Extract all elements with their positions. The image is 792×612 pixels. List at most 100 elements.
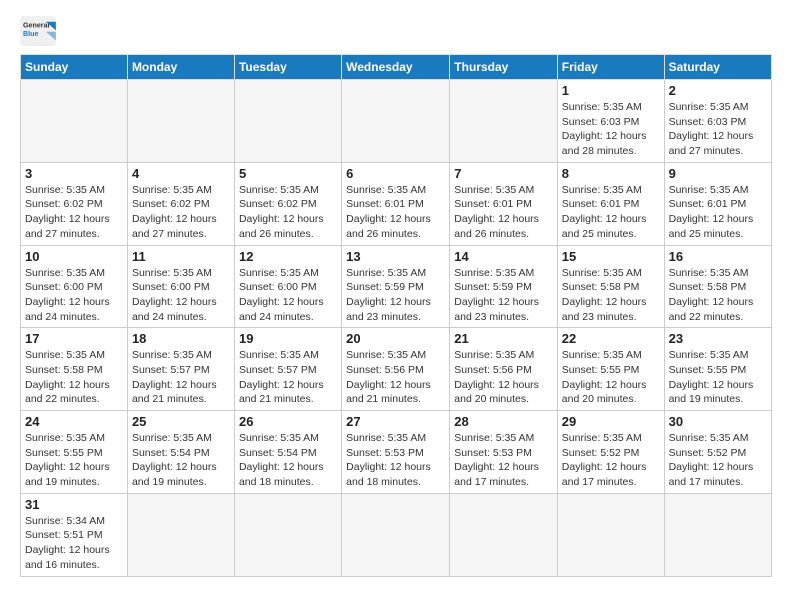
- calendar-day-cell: 29 Sunrise: 5:35 AM Sunset: 5:52 PM Dayli…: [557, 411, 664, 494]
- calendar-day-cell: 9Sunrise: 5:35 AM Sunset: 6:01 PM Daylig…: [664, 162, 771, 245]
- calendar-day-cell: 24Sunrise: 5:35 AM Sunset: 5:55 PM Dayli…: [21, 411, 128, 494]
- calendar-day-cell: 27 Sunrise: 5:35 AM Sunset: 5:53 PM Dayli…: [342, 411, 450, 494]
- calendar-day-cell: 3 Sunrise: 5:35 AM Sunset: 6:02 PM Daylig…: [21, 162, 128, 245]
- day-number: 25: [132, 414, 230, 429]
- logo-icon: General Blue: [20, 16, 56, 46]
- day-info: Sunrise: 5:35 AM Sunset: 5:58 PM Dayligh…: [25, 348, 123, 407]
- day-number: 19: [239, 331, 337, 346]
- day-of-week-header: Tuesday: [234, 55, 341, 80]
- day-number: 20: [346, 331, 445, 346]
- day-info: Sunrise: 5:35 AM Sunset: 5:54 PM Dayligh…: [132, 431, 230, 490]
- day-info: Sunrise: 5:35 AM Sunset: 5:54 PM Dayligh…: [239, 431, 337, 490]
- calendar-day-cell: 2Sunrise: 5:35 AM Sunset: 6:03 PM Daylig…: [664, 80, 771, 163]
- calendar-week-row: 31 Sunrise: 5:34 AM Sunset: 5:51 PM Dayli…: [21, 493, 772, 576]
- day-number: 6: [346, 166, 445, 181]
- day-info: Sunrise: 5:35 AM Sunset: 6:03 PM Dayligh…: [562, 100, 660, 159]
- day-info: Sunrise: 5:35 AM Sunset: 6:02 PM Dayligh…: [25, 183, 123, 242]
- calendar-day-cell: 30 Sunrise: 5:35 AM Sunset: 5:52 PM Dayli…: [664, 411, 771, 494]
- day-number: 7: [454, 166, 553, 181]
- calendar-day-cell: [234, 80, 341, 163]
- calendar-day-cell: 23 Sunrise: 5:35 AM Sunset: 5:55 PM Dayli…: [664, 328, 771, 411]
- calendar-table: SundayMondayTuesdayWednesdayThursdayFrid…: [20, 54, 772, 577]
- calendar-day-cell: [342, 80, 450, 163]
- calendar-day-cell: [127, 493, 234, 576]
- calendar-week-row: 17 Sunrise: 5:35 AM Sunset: 5:58 PM Dayli…: [21, 328, 772, 411]
- day-number: 10: [25, 249, 123, 264]
- calendar-day-cell: 5Sunrise: 5:35 AM Sunset: 6:02 PM Daylig…: [234, 162, 341, 245]
- day-number: 23: [669, 331, 767, 346]
- calendar-week-row: 3 Sunrise: 5:35 AM Sunset: 6:02 PM Daylig…: [21, 162, 772, 245]
- day-info: Sunrise: 5:35 AM Sunset: 5:53 PM Dayligh…: [454, 431, 553, 490]
- day-of-week-header: Thursday: [450, 55, 558, 80]
- day-number: 24: [25, 414, 123, 429]
- day-number: 4: [132, 166, 230, 181]
- day-info: Sunrise: 5:35 AM Sunset: 5:58 PM Dayligh…: [669, 266, 767, 325]
- day-info: Sunrise: 5:35 AM Sunset: 5:57 PM Dayligh…: [239, 348, 337, 407]
- calendar-day-cell: 31 Sunrise: 5:34 AM Sunset: 5:51 PM Dayli…: [21, 493, 128, 576]
- day-number: 21: [454, 331, 553, 346]
- calendar-day-cell: 20 Sunrise: 5:35 AM Sunset: 5:56 PM Dayli…: [342, 328, 450, 411]
- day-number: 11: [132, 249, 230, 264]
- day-info: Sunrise: 5:35 AM Sunset: 6:00 PM Dayligh…: [25, 266, 123, 325]
- calendar-day-cell: 11 Sunrise: 5:35 AM Sunset: 6:00 PM Dayli…: [127, 245, 234, 328]
- day-info: Sunrise: 5:35 AM Sunset: 5:57 PM Dayligh…: [132, 348, 230, 407]
- day-info: Sunrise: 5:35 AM Sunset: 6:01 PM Dayligh…: [562, 183, 660, 242]
- day-info: Sunrise: 5:35 AM Sunset: 6:00 PM Dayligh…: [132, 266, 230, 325]
- day-of-week-header: Sunday: [21, 55, 128, 80]
- day-info: Sunrise: 5:34 AM Sunset: 5:51 PM Dayligh…: [25, 514, 123, 573]
- calendar-day-cell: 7Sunrise: 5:35 AM Sunset: 6:01 PM Daylig…: [450, 162, 558, 245]
- day-info: Sunrise: 5:35 AM Sunset: 5:53 PM Dayligh…: [346, 431, 445, 490]
- day-number: 5: [239, 166, 337, 181]
- day-of-week-header: Wednesday: [342, 55, 450, 80]
- day-number: 17: [25, 331, 123, 346]
- calendar-day-cell: 25 Sunrise: 5:35 AM Sunset: 5:54 PM Dayli…: [127, 411, 234, 494]
- calendar-week-row: 1 Sunrise: 5:35 AM Sunset: 6:03 PM Daylig…: [21, 80, 772, 163]
- day-number: 27: [346, 414, 445, 429]
- svg-text:Blue: Blue: [23, 30, 38, 38]
- calendar-day-cell: 28Sunrise: 5:35 AM Sunset: 5:53 PM Dayli…: [450, 411, 558, 494]
- calendar-day-cell: [557, 493, 664, 576]
- day-number: 18: [132, 331, 230, 346]
- day-info: Sunrise: 5:35 AM Sunset: 5:55 PM Dayligh…: [562, 348, 660, 407]
- day-number: 14: [454, 249, 553, 264]
- calendar-day-cell: 19 Sunrise: 5:35 AM Sunset: 5:57 PM Dayli…: [234, 328, 341, 411]
- day-info: Sunrise: 5:35 AM Sunset: 5:52 PM Dayligh…: [562, 431, 660, 490]
- day-of-week-header: Saturday: [664, 55, 771, 80]
- calendar-day-cell: [664, 493, 771, 576]
- calendar-day-cell: 13 Sunrise: 5:35 AM Sunset: 5:59 PM Dayli…: [342, 245, 450, 328]
- calendar-day-cell: 21Sunrise: 5:35 AM Sunset: 5:56 PM Dayli…: [450, 328, 558, 411]
- day-info: Sunrise: 5:35 AM Sunset: 5:59 PM Dayligh…: [454, 266, 553, 325]
- calendar-week-row: 24Sunrise: 5:35 AM Sunset: 5:55 PM Dayli…: [21, 411, 772, 494]
- day-number: 31: [25, 497, 123, 512]
- day-info: Sunrise: 5:35 AM Sunset: 5:56 PM Dayligh…: [346, 348, 445, 407]
- day-info: Sunrise: 5:35 AM Sunset: 5:58 PM Dayligh…: [562, 266, 660, 325]
- calendar-day-cell: 14 Sunrise: 5:35 AM Sunset: 5:59 PM Dayli…: [450, 245, 558, 328]
- calendar-day-cell: 22 Sunrise: 5:35 AM Sunset: 5:55 PM Dayli…: [557, 328, 664, 411]
- day-number: 13: [346, 249, 445, 264]
- day-number: 15: [562, 249, 660, 264]
- svg-text:General: General: [23, 21, 50, 29]
- day-number: 30: [669, 414, 767, 429]
- calendar-day-cell: [21, 80, 128, 163]
- calendar-day-cell: 8Sunrise: 5:35 AM Sunset: 6:01 PM Daylig…: [557, 162, 664, 245]
- calendar-day-cell: 15 Sunrise: 5:35 AM Sunset: 5:58 PM Dayli…: [557, 245, 664, 328]
- calendar-day-cell: 4 Sunrise: 5:35 AM Sunset: 6:02 PM Daylig…: [127, 162, 234, 245]
- page-header: General Blue: [20, 16, 772, 46]
- day-info: Sunrise: 5:35 AM Sunset: 6:02 PM Dayligh…: [132, 183, 230, 242]
- day-info: Sunrise: 5:35 AM Sunset: 5:59 PM Dayligh…: [346, 266, 445, 325]
- calendar-day-cell: 26 Sunrise: 5:35 AM Sunset: 5:54 PM Dayli…: [234, 411, 341, 494]
- day-of-week-header: Friday: [557, 55, 664, 80]
- day-info: Sunrise: 5:35 AM Sunset: 5:52 PM Dayligh…: [669, 431, 767, 490]
- calendar-day-cell: [342, 493, 450, 576]
- day-number: 29: [562, 414, 660, 429]
- calendar-day-cell: 10 Sunrise: 5:35 AM Sunset: 6:00 PM Dayli…: [21, 245, 128, 328]
- day-number: 26: [239, 414, 337, 429]
- day-number: 22: [562, 331, 660, 346]
- calendar-day-cell: 17 Sunrise: 5:35 AM Sunset: 5:58 PM Dayli…: [21, 328, 128, 411]
- day-info: Sunrise: 5:35 AM Sunset: 5:55 PM Dayligh…: [669, 348, 767, 407]
- day-number: 12: [239, 249, 337, 264]
- day-number: 3: [25, 166, 123, 181]
- calendar-day-cell: 18 Sunrise: 5:35 AM Sunset: 5:57 PM Dayli…: [127, 328, 234, 411]
- day-number: 2: [669, 83, 767, 98]
- day-number: 1: [562, 83, 660, 98]
